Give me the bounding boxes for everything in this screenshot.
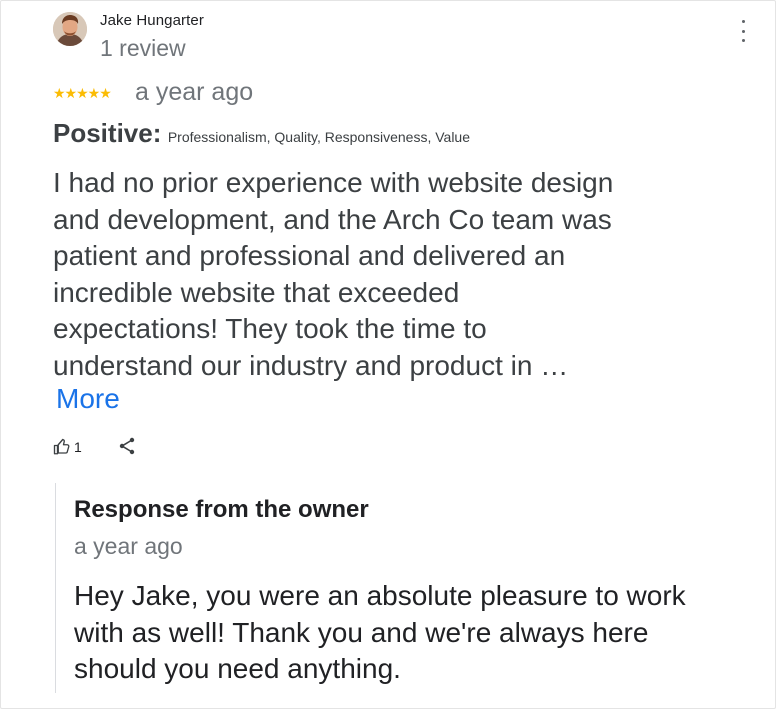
review-card: Jake Hungarter 1 review ★★★★★ a year ago… xyxy=(0,0,776,709)
star-rating: ★★★★★ xyxy=(53,85,112,101)
share-button[interactable] xyxy=(118,436,136,456)
share-icon xyxy=(119,437,135,455)
review-text-line: understand our industry and product in … xyxy=(53,349,569,381)
owner-response-title: Response from the owner xyxy=(74,496,369,523)
reviewer-review-count: 1 review xyxy=(100,35,186,61)
review-text-line: expectations! They took the time to xyxy=(53,313,487,344)
owner-response-time: a year ago xyxy=(74,533,183,559)
avatar-image xyxy=(53,12,87,46)
positive-attributes: Positive: Professionalism, Quality, Resp… xyxy=(53,118,470,149)
review-time: a year ago xyxy=(135,78,254,106)
review-text-line: patient and professional and delivered a… xyxy=(53,240,566,271)
review-text-line: incredible website that exceeded xyxy=(53,276,460,308)
review-text-line: I had no prior experience with website d… xyxy=(53,167,614,198)
like-count: 1 xyxy=(74,439,82,455)
more-link[interactable]: More xyxy=(56,383,120,415)
owner-response: Response from the owner a year ago Hey J… xyxy=(55,483,762,693)
more-vert-icon[interactable] xyxy=(735,20,751,42)
thumb-up-icon xyxy=(53,438,70,455)
review-text-line: and development, and the Arch Co team wa… xyxy=(53,203,612,235)
positive-label: Positive: xyxy=(53,118,162,148)
positive-values: Professionalism, Quality, Responsiveness… xyxy=(167,129,471,145)
review-text: I had no prior experience with website d… xyxy=(53,165,703,384)
avatar[interactable] xyxy=(53,12,87,46)
owner-response-text: Hey Jake, you were an absolute pleasure … xyxy=(74,578,754,688)
owner-response-line: Hey Jake, you were an absolute pleasure … xyxy=(74,580,686,611)
owner-response-line: should you need anything. xyxy=(74,653,401,684)
like-button[interactable]: 1 xyxy=(53,437,82,457)
reviewer-name[interactable]: Jake Hungarter xyxy=(100,12,204,29)
owner-response-line: with as well! Thank you and we're always… xyxy=(74,616,649,648)
